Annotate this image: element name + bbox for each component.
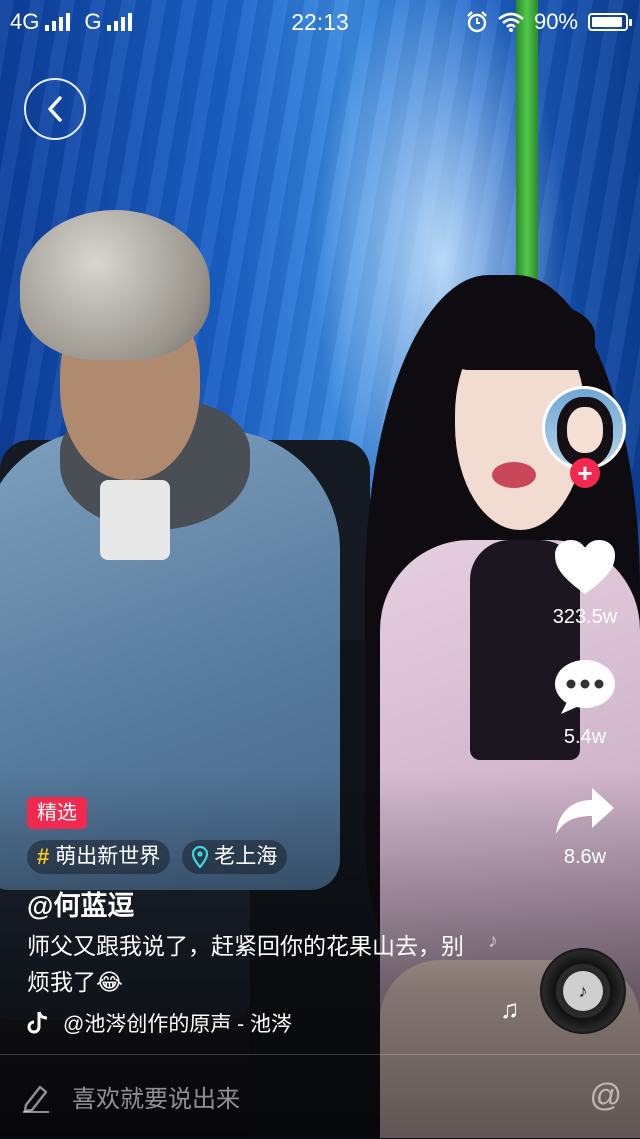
music-disc-button[interactable]: ♪ (540, 948, 626, 1034)
hashtag-icon: # (37, 844, 50, 869)
music-cover-icon: ♪ (563, 971, 603, 1011)
topic-chip[interactable]: # 萌出新世界 (27, 840, 171, 874)
comment-count: 5.4w (563, 726, 607, 748)
man-hair (20, 210, 210, 360)
music-row[interactable]: @池涔创作的原声 - 池涔 (27, 1008, 292, 1038)
back-button[interactable] (24, 78, 86, 140)
share-arrow-icon (556, 788, 614, 834)
man-shirt (100, 480, 170, 560)
music-title: @池涔创作的原声 - 池涔 (63, 1013, 292, 1036)
video-caption: 师父又跟我说了，赶紧回你的花果山去，别烦我了😂 (27, 933, 464, 995)
girl-bangs (455, 300, 595, 370)
chevron-left-icon (48, 96, 62, 122)
girl-mouth (492, 462, 536, 488)
battery-percent: 90% (533, 9, 578, 34)
location-pin-icon (192, 846, 209, 868)
comment-input[interactable]: 喜欢就要说出来 (20, 1079, 240, 1114)
battery-icon (588, 13, 632, 31)
like-button[interactable]: 323.5w (535, 538, 635, 629)
comment-bubble-icon (555, 660, 615, 714)
featured-badge: 精选 (27, 797, 87, 829)
like-count: 323.5w (552, 606, 618, 628)
location-chip[interactable]: 老上海 (182, 840, 288, 874)
follow-plus-button[interactable]: + (570, 458, 600, 488)
status-bar: 4G G 22:13 90% (0, 0, 640, 44)
author-name[interactable]: @何蓝逗 (27, 884, 134, 923)
comment-bar[interactable]: 喜欢就要说出来 @ (0, 1054, 640, 1139)
tag-row: # 萌出新世界 老上海 (27, 840, 288, 874)
wifi-icon (498, 12, 524, 32)
floating-note-icon: ♪ (488, 930, 498, 952)
share-button[interactable]: 8.6w (535, 786, 635, 869)
heart-icon (555, 540, 615, 594)
author-avatar-button[interactable]: + (542, 386, 630, 488)
floating-music-notes-icon: ♫ (500, 994, 520, 1024)
tiktok-note-icon (27, 1011, 48, 1034)
pencil-icon (23, 1085, 49, 1113)
location-label: 老上海 (214, 845, 278, 868)
comment-placeholder: 喜欢就要说出来 (72, 1086, 240, 1113)
mention-at-icon[interactable]: @ (590, 1077, 622, 1114)
alarm-icon (467, 11, 487, 33)
comment-button[interactable]: 5.4w (535, 658, 635, 749)
topic-label: 萌出新世界 (55, 845, 161, 868)
share-count: 8.6w (563, 846, 607, 868)
status-right-group: 90% (466, 9, 632, 35)
